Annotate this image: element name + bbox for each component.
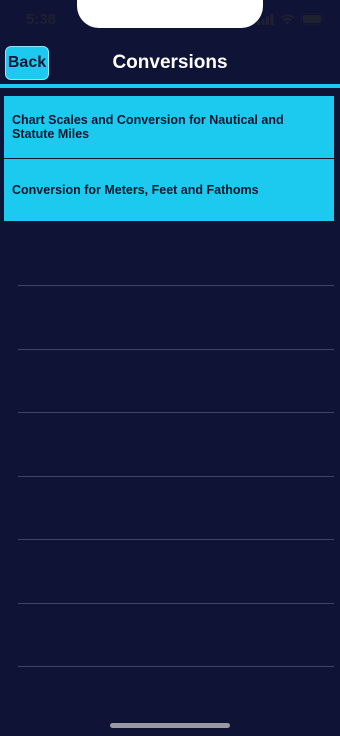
navigation-bar: Back Conversions [0, 42, 340, 86]
row-separator [18, 603, 334, 604]
status-bar: 5:38 [0, 0, 340, 40]
wifi-icon [280, 14, 295, 25]
list-item-label: Conversion for Meters, Feet and Fathoms [12, 183, 259, 197]
row-separator [18, 666, 334, 667]
nav-divider [0, 84, 340, 88]
row-separator [18, 539, 334, 540]
list-item-nautical-statute-miles[interactable]: Chart Scales and Conversion for Nautical… [4, 96, 334, 158]
battery-icon [301, 13, 326, 25]
signal-icon [257, 13, 274, 25]
row-separator [18, 476, 334, 477]
row-separator [18, 412, 334, 413]
status-time: 5:38 [26, 11, 57, 28]
screen: 5:38 Back Conversions Chart Scales and C… [0, 0, 340, 736]
home-indicator[interactable] [110, 723, 230, 728]
row-separator [18, 349, 334, 350]
row-separator [18, 285, 334, 286]
device-notch [77, 0, 263, 28]
back-button[interactable]: Back [5, 46, 49, 80]
page-title: Conversions [112, 52, 228, 73]
list-item-meters-feet-fathoms[interactable]: Conversion for Meters, Feet and Fathoms [4, 159, 334, 221]
status-icons [257, 12, 326, 26]
list-item-label: Chart Scales and Conversion for Nautical… [12, 113, 284, 141]
